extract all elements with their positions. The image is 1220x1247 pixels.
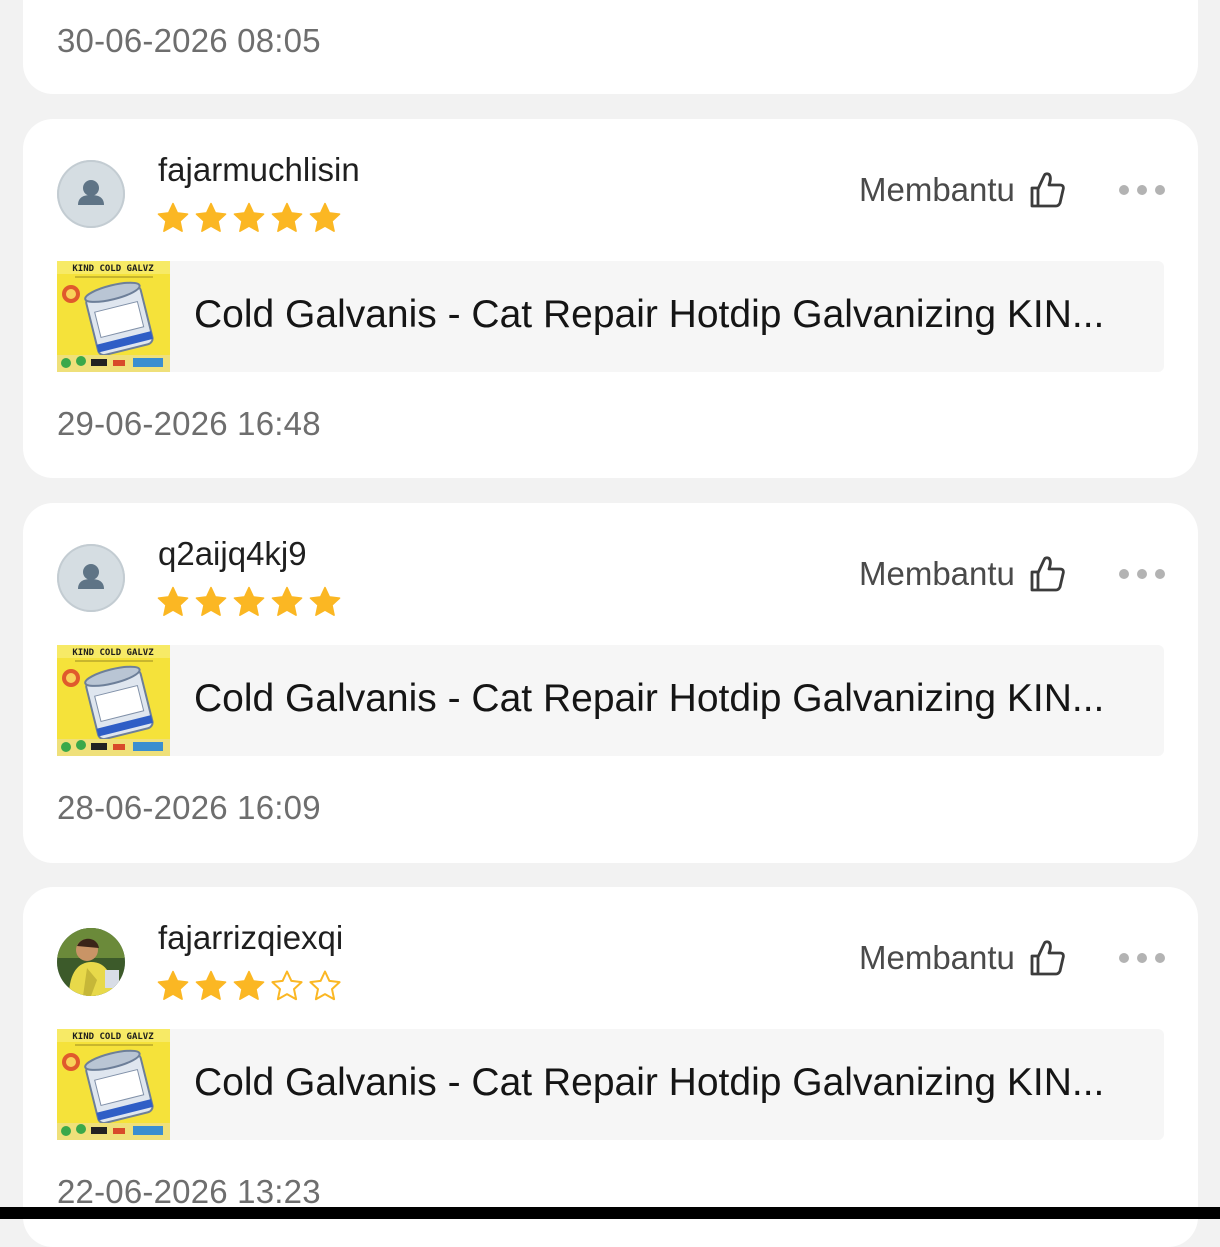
avatar[interactable] bbox=[57, 160, 125, 228]
product-thumbnail: KIND COLD GALVZ bbox=[57, 261, 170, 372]
reviewer-username: q2aijq4kj9 bbox=[158, 535, 307, 572]
reviewer-username: fajarmuchlisin bbox=[158, 151, 360, 188]
default-user-icon bbox=[78, 180, 104, 205]
star-rating bbox=[156, 585, 342, 619]
star-empty-icon bbox=[271, 970, 303, 1001]
review-date: 22-06-2026 13:23 bbox=[57, 1173, 321, 1210]
product-link[interactable]: KIND COLD GALVZ Cold Galvanis - Cat Repa… bbox=[57, 645, 1164, 756]
star-empty-icon bbox=[309, 970, 341, 1001]
svg-text:KIND COLD GALVZ: KIND COLD GALVZ bbox=[72, 648, 154, 658]
svg-text:KIND COLD GALVZ: KIND COLD GALVZ bbox=[72, 1032, 154, 1042]
helpful-button[interactable]: Membantu bbox=[859, 171, 1065, 209]
review-date: 30-06-2026 08:05 bbox=[57, 22, 321, 59]
avatar[interactable] bbox=[57, 544, 125, 612]
thumbs-up-icon bbox=[1030, 172, 1065, 208]
review-card: fajarmuchlisin Membantu KIND COLD GALVZ bbox=[23, 119, 1198, 478]
star-filled-icon bbox=[309, 586, 341, 616]
product-link[interactable]: KIND COLD GALVZ Cold Galvanis - Cat Repa… bbox=[57, 1029, 1164, 1140]
more-options-icon[interactable] bbox=[1117, 567, 1167, 581]
star-filled-icon bbox=[271, 586, 303, 616]
star-filled-icon bbox=[157, 202, 189, 232]
star-filled-icon bbox=[195, 586, 227, 616]
default-user-icon bbox=[78, 564, 104, 589]
star-filled-icon bbox=[233, 970, 265, 1000]
reviewer-username: fajarrizqiexqi bbox=[158, 919, 344, 956]
thumbs-up-icon bbox=[1030, 556, 1065, 592]
star-filled-icon bbox=[157, 586, 189, 616]
system-navigation-bar bbox=[0, 1207, 1220, 1219]
helpful-label: Membantu bbox=[859, 939, 1015, 976]
review-card-previous: 30-06-2026 08:05 bbox=[23, 0, 1198, 94]
helpful-button[interactable]: Membantu bbox=[859, 939, 1065, 977]
review-card: fajarrizqiexqi Membantu KIND COLD GALVZ bbox=[23, 887, 1198, 1247]
product-title: Cold Galvanis - Cat Repair Hotdip Galvan… bbox=[194, 1061, 1105, 1104]
user-photo bbox=[57, 928, 125, 996]
review-date: 29-06-2026 16:48 bbox=[57, 405, 321, 442]
star-filled-icon bbox=[195, 202, 227, 232]
helpful-label: Membantu bbox=[859, 555, 1015, 592]
avatar[interactable] bbox=[57, 928, 125, 996]
more-options-icon[interactable] bbox=[1117, 183, 1167, 197]
star-rating bbox=[156, 201, 342, 235]
star-filled-icon bbox=[233, 202, 265, 232]
helpful-button[interactable]: Membantu bbox=[859, 555, 1065, 593]
star-filled-icon bbox=[233, 586, 265, 616]
helpful-label: Membantu bbox=[859, 171, 1015, 208]
star-filled-icon bbox=[309, 202, 341, 232]
more-options-icon[interactable] bbox=[1117, 951, 1167, 965]
product-title: Cold Galvanis - Cat Repair Hotdip Galvan… bbox=[194, 677, 1105, 720]
star-rating bbox=[156, 969, 342, 1003]
star-filled-icon bbox=[157, 970, 189, 1000]
product-thumbnail: KIND COLD GALVZ bbox=[57, 645, 170, 756]
thumbs-up-icon bbox=[1030, 940, 1065, 976]
product-link[interactable]: KIND COLD GALVZ Cold Galvanis - Cat Repa… bbox=[57, 261, 1164, 372]
review-date: 28-06-2026 16:09 bbox=[57, 789, 321, 826]
svg-text:KIND COLD GALVZ: KIND COLD GALVZ bbox=[72, 264, 154, 274]
review-card: q2aijq4kj9 Membantu KIND COLD GALVZ Cold… bbox=[23, 503, 1198, 863]
star-filled-icon bbox=[271, 202, 303, 232]
star-filled-icon bbox=[195, 970, 227, 1000]
product-title: Cold Galvanis - Cat Repair Hotdip Galvan… bbox=[194, 293, 1105, 336]
product-thumbnail: KIND COLD GALVZ bbox=[57, 1029, 170, 1140]
